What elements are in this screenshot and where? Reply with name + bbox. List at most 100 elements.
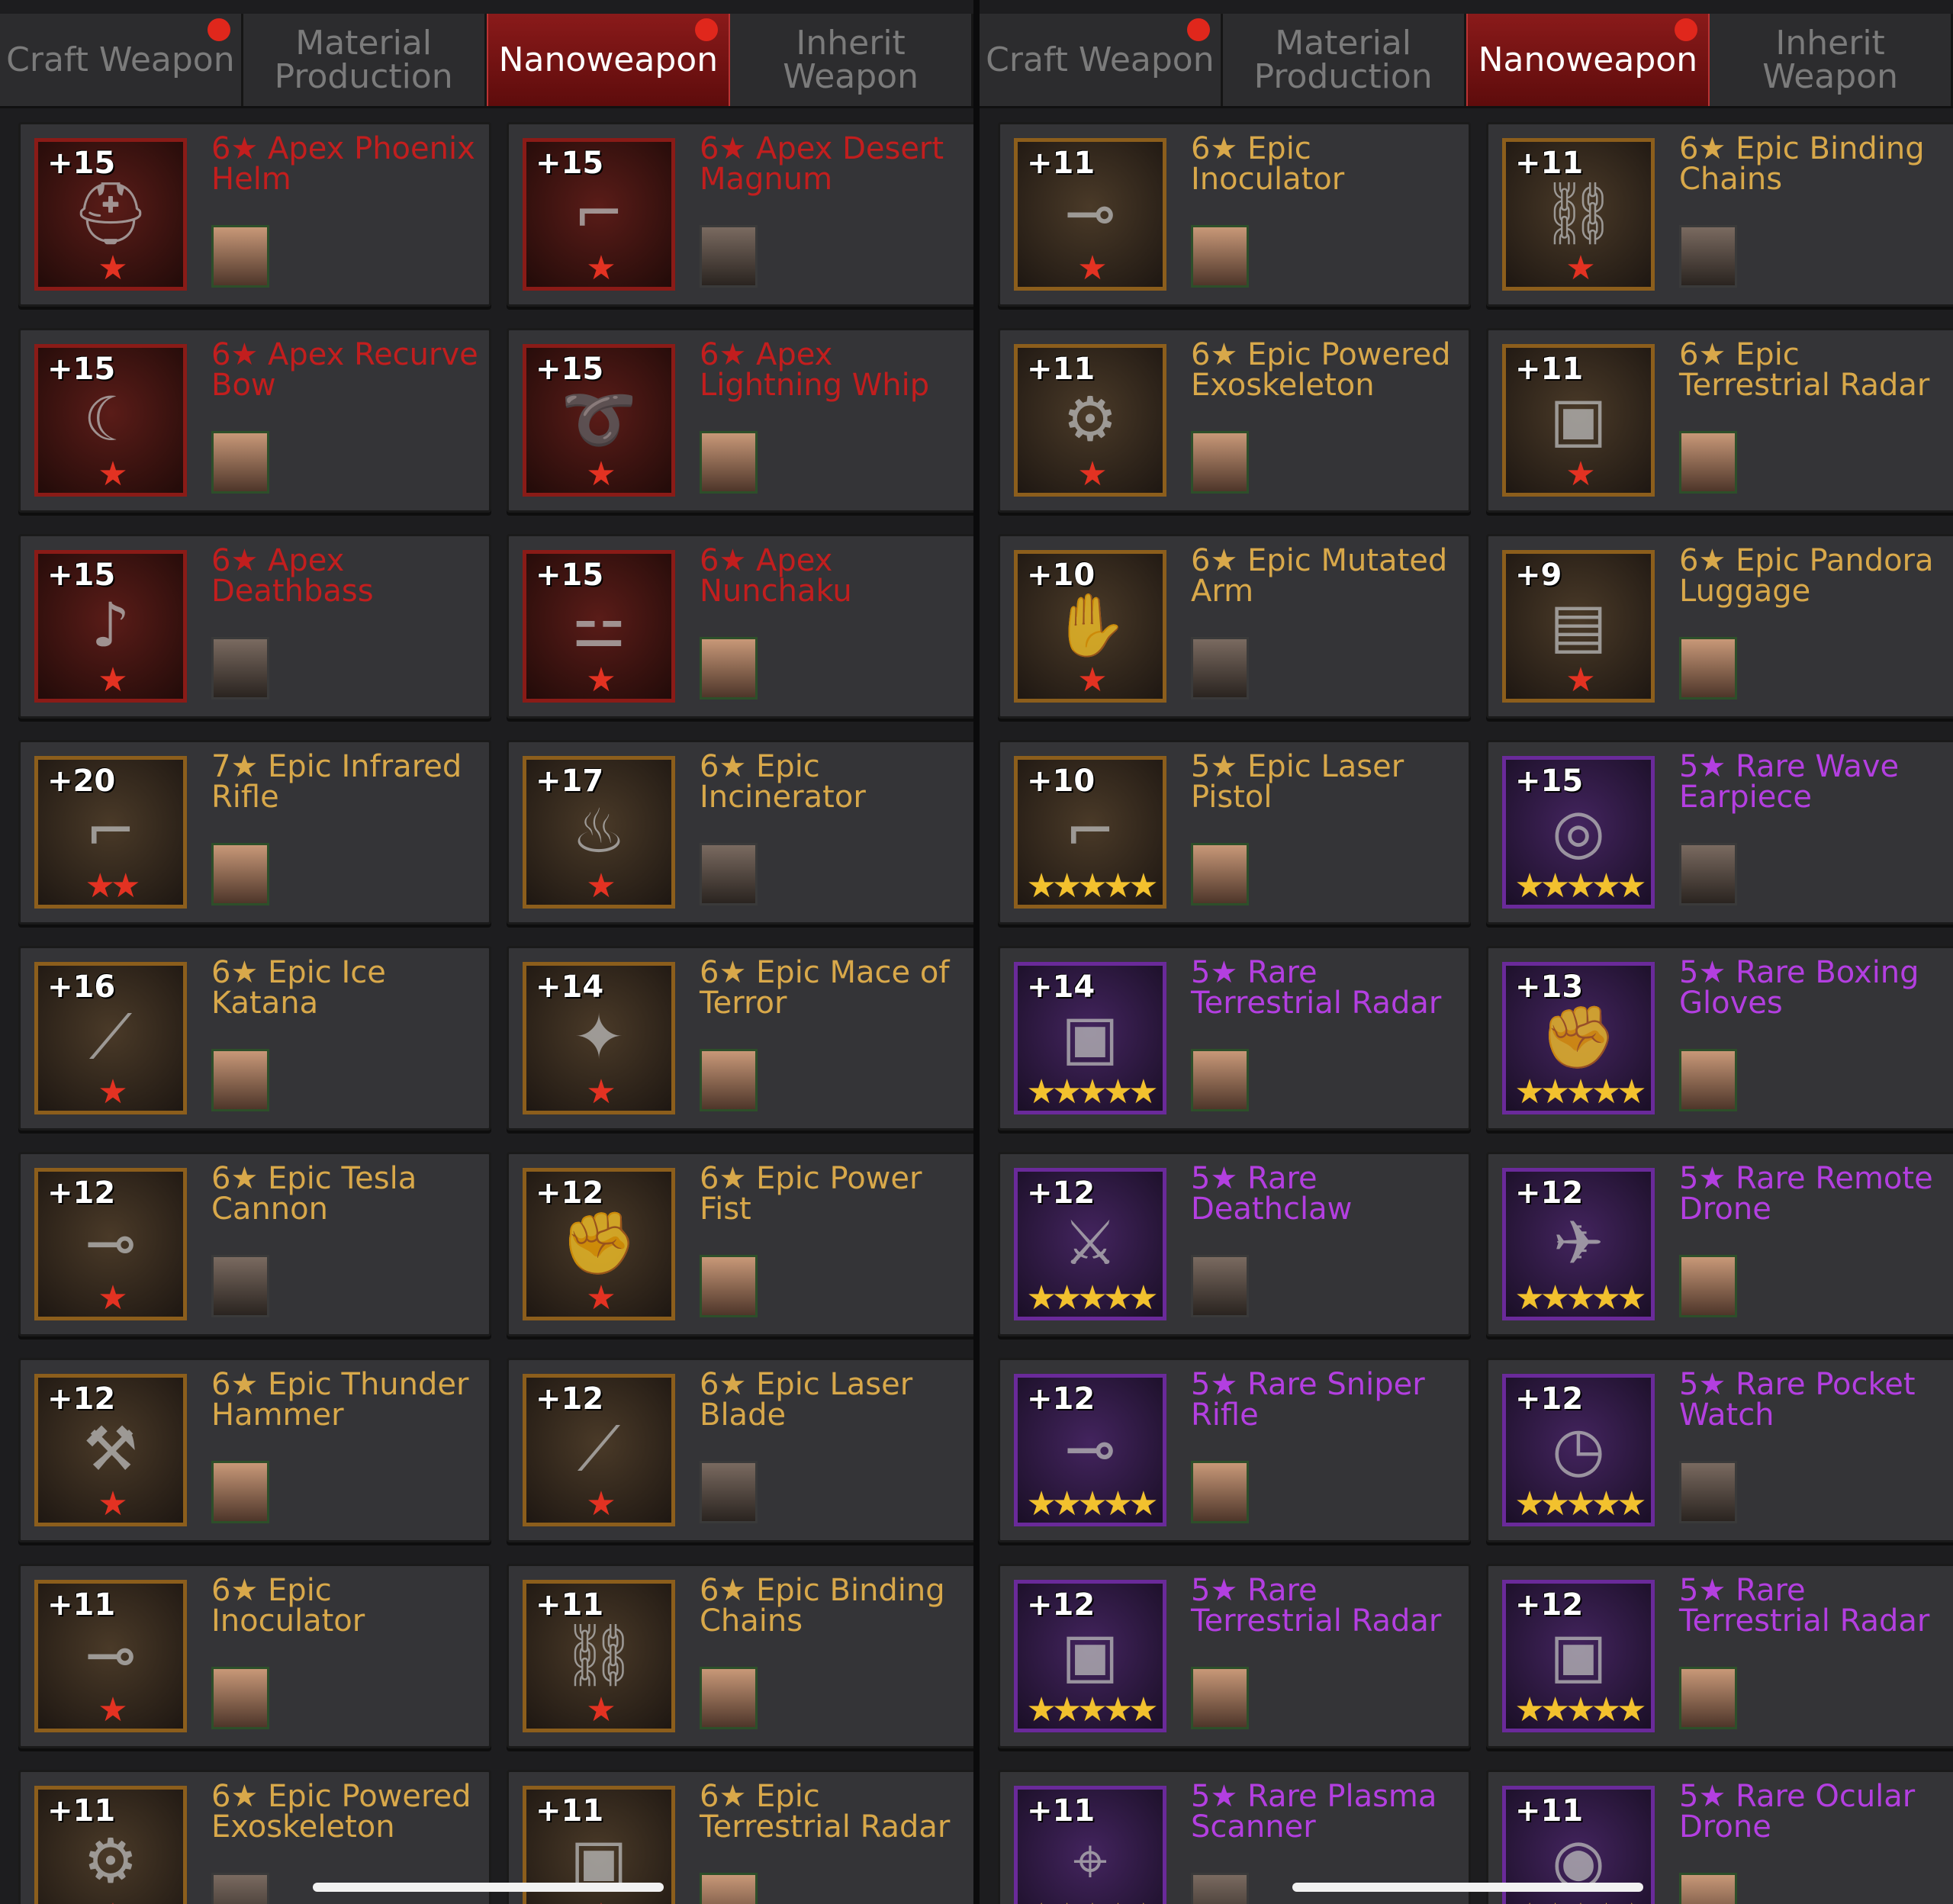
tab-label: Craft Weapon — [6, 40, 235, 79]
weapon-card[interactable]: ♨ +17 ★ 6★ Epic Incinerator — [507, 740, 973, 925]
weapon-card[interactable]: ▣ +12 ★★★★★ 5★ Rare Terrestrial Radar — [1486, 1564, 1953, 1748]
hero-avatar[interactable] — [700, 1049, 758, 1111]
hero-avatar[interactable] — [1679, 1049, 1737, 1111]
hero-avatar[interactable] — [700, 225, 758, 288]
hero-avatar[interactable] — [1679, 1873, 1737, 1904]
weapon-card[interactable]: ➰ +15 ★ 6★ Apex Lightning Whip — [507, 328, 973, 513]
hero-avatar[interactable] — [1191, 225, 1249, 288]
hero-avatar[interactable] — [211, 1873, 269, 1904]
weapon-card[interactable]: ⌐ +15 ★ 6★ Apex Desert Magnum — [507, 122, 973, 307]
claw-icon: ⚔ — [1063, 1208, 1118, 1278]
hero-avatar[interactable] — [1191, 637, 1249, 700]
weapon-name: 6★ Epic Mace of Terror — [700, 955, 950, 1021]
hero-avatar[interactable] — [700, 1667, 758, 1729]
hero-avatar[interactable] — [1679, 225, 1737, 288]
hero-avatar[interactable] — [1679, 637, 1737, 700]
weapon-card[interactable]: ⊸ +11 ★ 6★ Epic Inoculator — [18, 1564, 491, 1748]
weapon-card[interactable]: ✊ +13 ★★★★★ 5★ Rare Boxing Gloves — [1486, 946, 1953, 1130]
weapon-thumbnail: ⚙+11 ★ — [1014, 344, 1166, 497]
weapon-name: 5★ Rare Terrestrial Radar — [1679, 1573, 1930, 1639]
hero-avatar[interactable] — [700, 1461, 758, 1523]
hero-avatar[interactable] — [1191, 1667, 1249, 1729]
tab-craft-weapon[interactable]: Craft Weapon — [980, 14, 1223, 106]
tab-inherit-weapon[interactable]: Inherit Weapon — [1710, 14, 1953, 106]
tab-nanoweapon[interactable]: Nanoweapon — [1466, 14, 1710, 106]
upgrade-level: +14 — [536, 970, 604, 1005]
weapon-card[interactable]: ⟋ +16 ★ 6★ Epic Ice Katana — [18, 946, 491, 1130]
hero-avatar[interactable] — [211, 1049, 269, 1111]
tab-nanoweapon[interactable]: Nanoweapon — [486, 14, 731, 106]
hero-avatar[interactable] — [1679, 1461, 1737, 1523]
star-rating: ★★★★★ — [1026, 867, 1158, 905]
tab-material-production[interactable]: Material Production — [243, 14, 487, 106]
weapon-card[interactable]: ◎ +15 ★★★★★ 5★ Rare Wave Earpiece — [1486, 740, 1953, 925]
weapon-card[interactable]: ♪ +15 ★ 6★ Apex Deathbass — [18, 534, 491, 719]
weapon-thumbnail: ➰ +15 ★ — [523, 344, 675, 497]
tab-material-production[interactable]: Material Production — [1223, 14, 1466, 106]
weapon-thumbnail: ▣ +12 ★★★★★ — [1014, 1580, 1166, 1732]
weapon-card[interactable]: ⟋ +12 ★ 6★ Epic Laser Blade — [507, 1358, 973, 1542]
weapon-card[interactable]: ▣ +14 ★★★★★ 5★ Rare Terrestrial Radar — [998, 946, 1471, 1130]
hero-avatar[interactable] — [211, 225, 269, 288]
weapon-card[interactable]: ☾ +15 ★ 6★ Apex Recurve Bow — [18, 328, 491, 513]
hero-avatar[interactable] — [1191, 431, 1249, 494]
upgrade-level: +11 — [536, 1587, 604, 1623]
hero-avatar[interactable] — [700, 1873, 758, 1904]
hero-avatar[interactable] — [1191, 1873, 1249, 1904]
hero-avatar[interactable] — [700, 431, 758, 494]
hero-avatar[interactable] — [211, 431, 269, 494]
weapon-card[interactable]: ▤ +9 ★ 6★ Epic Pandora Luggage — [1486, 534, 1953, 719]
scroll-indicator[interactable] — [313, 1883, 664, 1892]
weapon-card[interactable]: ⚔ +12 ★★★★★ 5★ Rare Deathclaw — [998, 1152, 1471, 1336]
weapon-card[interactable]: ▣ +12 ★★★★★ 5★ Rare Terrestrial Radar — [998, 1564, 1471, 1748]
hero-avatar[interactable] — [1679, 431, 1737, 494]
weapon-thumbnail: ♨ +17 ★ — [523, 756, 675, 909]
scroll-indicator[interactable] — [1292, 1883, 1643, 1892]
weapon-card[interactable]: ⛓ +11 ★ 6★ Epic Binding Chains — [1486, 122, 1953, 307]
weapon-card[interactable]: ✊ +12 ★ 6★ Epic Power Fist — [507, 1152, 973, 1336]
hero-avatar[interactable] — [1191, 1255, 1249, 1317]
hero-avatar[interactable] — [700, 1255, 758, 1317]
weapon-card[interactable]: ⊸ +12 ★★★★★ 5★ Rare Sniper Rifle — [998, 1358, 1471, 1542]
star-rating: ★ — [1077, 249, 1107, 288]
radar-icon: ▣ — [1549, 384, 1607, 455]
upgrade-level: +11 — [47, 1587, 116, 1623]
hero-avatar[interactable] — [211, 1461, 269, 1523]
weapon-card[interactable]: ◷ +12 ★★★★★ 5★ Rare Pocket Watch — [1486, 1358, 1953, 1542]
weapon-card[interactable]: ⊸ +12 ★ 6★ Epic Tesla Cannon — [18, 1152, 491, 1336]
weapon-card[interactable]: ▣+11 ★ 6★ Epic Terrestrial Radar — [1486, 328, 1953, 513]
hero-avatar[interactable] — [1191, 1461, 1249, 1523]
hero-avatar[interactable] — [1679, 843, 1737, 905]
weapon-name: 6★ Epic Ice Katana — [211, 955, 386, 1021]
star-rating: ★ — [586, 661, 616, 700]
hero-avatar[interactable] — [1679, 1255, 1737, 1317]
weapon-card[interactable]: ⚙+11 ★ 6★ Epic Powered Exoskeleton — [998, 328, 1471, 513]
upgrade-level: +17 — [536, 764, 604, 799]
weapon-card[interactable]: ⛑ +15 ★ 6★ Apex Phoenix Helm — [18, 122, 491, 307]
weapon-card[interactable]: ⚒ +12 ★ 6★ Epic Thunder Hammer — [18, 1358, 491, 1542]
hero-avatar[interactable] — [211, 843, 269, 905]
weapon-card[interactable]: ⌐ +20 ★★ 7★ Epic Infrared Rifle — [18, 740, 491, 925]
weapon-card[interactable]: ⌐ +10 ★★★★★ 5★ Epic Laser Pistol — [998, 740, 1471, 925]
hero-avatar[interactable] — [1679, 1667, 1737, 1729]
hero-avatar[interactable] — [700, 637, 758, 700]
hero-avatar[interactable] — [211, 637, 269, 700]
weapon-card[interactable]: ⊸ +11 ★ 6★ Epic Inoculator — [998, 122, 1471, 307]
weapon-thumbnail: ▣ +14 ★★★★★ — [1014, 962, 1166, 1114]
star-rating: ★★★★★ — [1514, 1073, 1646, 1111]
weapon-card[interactable]: ✦ +14 ★ 6★ Epic Mace of Terror — [507, 946, 973, 1130]
weapon-card[interactable]: ⚍ +15 ★ 6★ Apex Nunchaku — [507, 534, 973, 719]
weapon-card[interactable]: ✋ +10 ★ 6★ Epic Mutated Arm — [998, 534, 1471, 719]
hero-avatar[interactable] — [211, 1667, 269, 1729]
hero-avatar[interactable] — [700, 843, 758, 905]
hero-avatar[interactable] — [1191, 843, 1249, 905]
star-rating: ★ — [1565, 661, 1595, 700]
hero-avatar[interactable] — [1191, 1049, 1249, 1111]
weapon-card[interactable]: ⛓ +11 ★ 6★ Epic Binding Chains — [507, 1564, 973, 1748]
weapon-card[interactable]: ✈ +12 ★★★★★ 5★ Rare Remote Drone — [1486, 1152, 1953, 1336]
hero-avatar[interactable] — [211, 1255, 269, 1317]
flamethrower-icon: ♨ — [571, 796, 626, 867]
tab-inherit-weapon[interactable]: Inherit Weapon — [730, 14, 973, 106]
tab-craft-weapon[interactable]: Craft Weapon — [0, 14, 243, 106]
star-rating: ★ — [1565, 249, 1595, 288]
